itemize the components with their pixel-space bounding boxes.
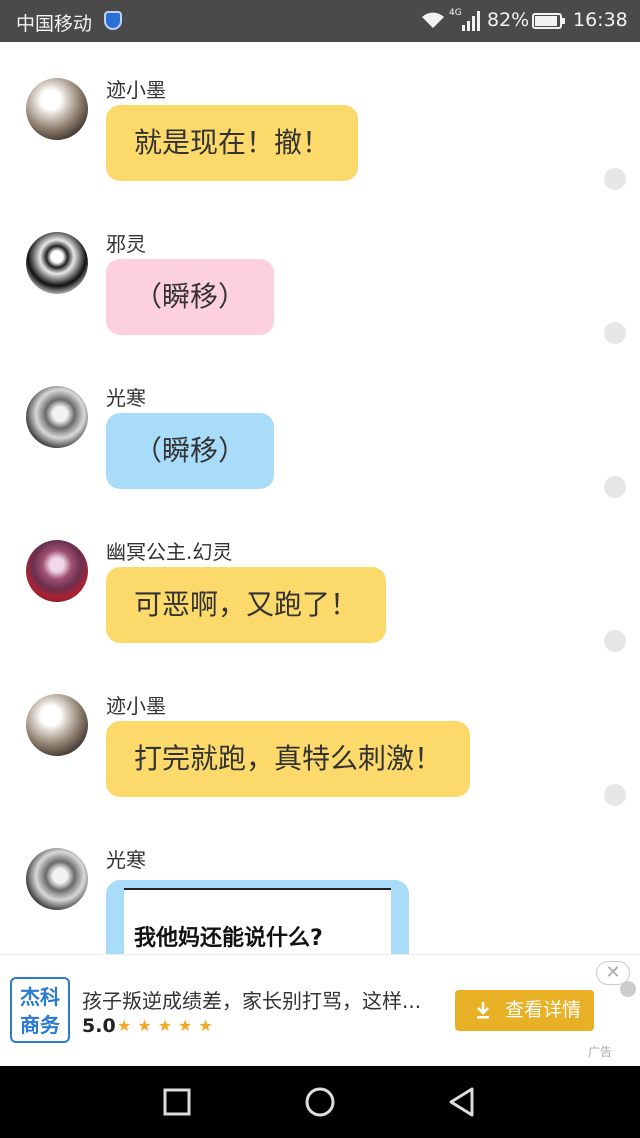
ad-logo-line2: 商务 bbox=[20, 1013, 60, 1037]
download-icon bbox=[477, 1002, 489, 1019]
avatar[interactable] bbox=[26, 848, 88, 910]
signal-icon bbox=[462, 11, 480, 31]
status-dot bbox=[604, 168, 626, 190]
navigation-bar bbox=[0, 1066, 640, 1138]
sender-name: 迹小墨 bbox=[106, 694, 166, 718]
status-dot bbox=[604, 322, 626, 344]
avatar[interactable] bbox=[26, 694, 88, 756]
chat-list[interactable]: 迹小墨 就是现在！撤！ 邪灵 （瞬移） 光寒 （瞬移） 幽冥公主.幻灵 可恶啊，… bbox=[0, 42, 640, 954]
ad-logo-line1: 杰科 bbox=[20, 985, 60, 1009]
avatar[interactable] bbox=[26, 232, 88, 294]
avatar[interactable] bbox=[26, 540, 88, 602]
sender-name: 光寒 bbox=[106, 386, 146, 410]
star-rating-icon: ★★★★★ bbox=[117, 1016, 219, 1035]
message-bubble[interactable]: 就是现在！撤！ bbox=[106, 105, 359, 181]
ad-rating: 5.0 bbox=[82, 1015, 116, 1037]
carrier-name: 中国移动 bbox=[16, 13, 93, 35]
meme-image[interactable]: 我他妈还能说什么? bbox=[124, 888, 391, 954]
avatar[interactable] bbox=[26, 78, 88, 140]
sender-name: 邪灵 bbox=[106, 232, 146, 256]
sender-name: 光寒 bbox=[106, 848, 146, 872]
status-dot bbox=[604, 476, 626, 498]
home-icon[interactable] bbox=[304, 1086, 336, 1118]
ad-logo: 杰科 商务 bbox=[10, 977, 70, 1043]
message-bubble[interactable]: 打完就跑，真特么刺激！ bbox=[106, 721, 471, 797]
sender-name: 幽冥公主.幻灵 bbox=[106, 540, 233, 564]
security-shield-icon bbox=[104, 11, 122, 30]
status-dot bbox=[604, 630, 626, 652]
avatar[interactable] bbox=[26, 386, 88, 448]
battery-icon bbox=[532, 13, 565, 29]
back-icon[interactable] bbox=[446, 1086, 478, 1118]
sender-name: 迹小墨 bbox=[106, 78, 166, 102]
meme-caption: 我他妈还能说什么? bbox=[134, 926, 323, 951]
ad-banner[interactable]: 杰科 商务 孩子叛逆成绩差，家长别打骂，这样... 5.0 ★★★★★ 查看详情… bbox=[0, 954, 640, 1066]
message-bubble[interactable]: （瞬移） bbox=[106, 259, 275, 335]
message-bubble[interactable]: （瞬移） bbox=[106, 413, 275, 489]
view-details-label: 查看详情 bbox=[505, 999, 582, 1021]
wifi-icon bbox=[422, 12, 444, 28]
message-bubble[interactable]: 可恶啊，又跑了！ bbox=[106, 567, 387, 643]
view-details-button[interactable]: 查看详情 bbox=[455, 990, 594, 1031]
status-dot bbox=[604, 784, 626, 806]
ad-info-icon[interactable] bbox=[620, 981, 636, 997]
ad-title[interactable]: 孩子叛逆成绩差，家长别打骂，这样... bbox=[82, 985, 421, 1014]
recent-apps-icon[interactable] bbox=[161, 1086, 193, 1118]
battery-percent: 82% bbox=[487, 9, 530, 31]
network-type: 4G bbox=[449, 8, 462, 18]
status-bar: 中国移动 4G 82% 16:38 bbox=[0, 0, 640, 42]
clock: 16:38 bbox=[573, 9, 628, 31]
ad-tag: 广告 bbox=[588, 1045, 613, 1059]
image-message-bubble[interactable]: 我他妈还能说什么? bbox=[106, 880, 409, 954]
